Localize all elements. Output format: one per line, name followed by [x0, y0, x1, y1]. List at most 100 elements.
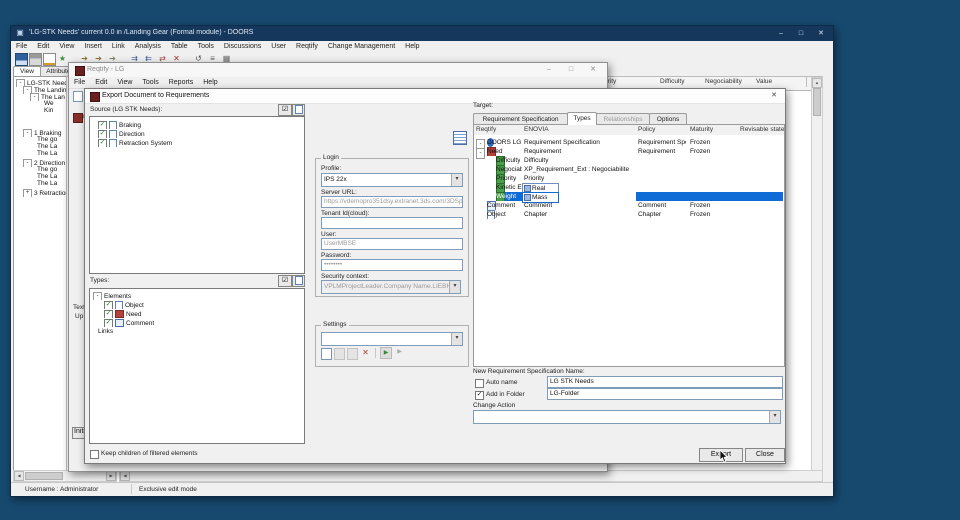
types-root[interactable]: - Elements — [93, 292, 298, 300]
mapping-row[interactable]: Object Chapter Chapter Frozen — [474, 210, 783, 219]
tenant-field[interactable] — [321, 217, 463, 229]
mapping-row[interactable]: - Need Requirement Requirement Frozen — [474, 147, 783, 159]
dialog-titlebar[interactable]: Export Document to Requirements — [85, 89, 785, 104]
checkbox-checked-icon[interactable] — [104, 310, 113, 318]
tab-types[interactable]: Types — [567, 112, 597, 125]
grid-vscrollbar[interactable] — [811, 77, 823, 496]
grid-col-difficulty[interactable]: Difficulty — [658, 77, 705, 87]
scroll-right-button[interactable] — [106, 471, 116, 481]
scroll-left-button[interactable] — [14, 471, 24, 481]
menu-edit[interactable]: Edit — [32, 41, 54, 51]
spec-name-field[interactable]: LG STK Needs — [547, 376, 783, 388]
reqtify-titlebar[interactable]: Reqtify - LG — [69, 63, 607, 78]
apply-setting-icon[interactable] — [394, 347, 405, 358]
menu-link[interactable]: Link — [107, 41, 130, 51]
dropdown-arrow-icon[interactable] — [449, 281, 460, 293]
source-item[interactable]: Braking — [98, 121, 298, 129]
menu-reports[interactable]: Reports — [164, 77, 199, 87]
close-button[interactable]: Close — [745, 448, 785, 462]
tree-expander-icon[interactable]: + — [23, 189, 32, 197]
menu-help[interactable]: Help — [198, 77, 222, 87]
folder-field[interactable]: LG-Folder — [547, 388, 783, 400]
favorites-icon[interactable] — [57, 53, 68, 64]
mapping-row[interactable]: Kinetic Ene Real — [474, 183, 783, 194]
checkbox-checked-icon[interactable] — [104, 319, 113, 327]
auto-name-checkbox[interactable] — [475, 379, 484, 388]
minimize-icon[interactable] — [541, 64, 557, 75]
tree-item[interactable]: +3 Retraction — [23, 189, 66, 197]
mapping-row[interactable]: Negociabil XP_Requirement_Ext : Negociab… — [474, 165, 783, 174]
password-field[interactable]: •••••••• — [321, 259, 463, 271]
source-view-button[interactable] — [292, 104, 305, 116]
checkbox-checked-icon[interactable] — [104, 301, 113, 309]
scroll-thumb[interactable] — [813, 88, 821, 116]
tree-item[interactable]: The La — [37, 150, 66, 158]
col-reqtify[interactable]: Reqtify — [474, 125, 524, 135]
types-links[interactable]: Links — [98, 328, 298, 336]
menu-view[interactable]: View — [54, 41, 79, 51]
close-icon[interactable] — [585, 64, 601, 75]
export-mapping-icon[interactable] — [453, 131, 467, 145]
close-icon[interactable] — [766, 90, 782, 101]
maximize-icon[interactable] — [563, 64, 579, 75]
menu-table[interactable]: Table — [166, 41, 193, 51]
keep-children-checkbox[interactable] — [90, 450, 99, 459]
profile-select[interactable]: IPS 22x — [321, 173, 463, 187]
mapping-row-selected[interactable]: Weight Mass — [474, 192, 783, 203]
col-maturity[interactable]: Maturity — [688, 125, 740, 135]
mapping-row[interactable]: Priority Priority — [474, 174, 783, 183]
save-icon[interactable] — [15, 53, 28, 66]
types-filter-button[interactable] — [278, 275, 292, 287]
doors-titlebar[interactable]: 'LG-STK Needs' current 0.0 in /Landing G… — [11, 26, 833, 41]
checkbox-checked-icon[interactable] — [98, 121, 107, 129]
copy-setting-icon[interactable] — [334, 348, 345, 360]
grid-col-priority[interactable]: ority — [602, 77, 660, 87]
scroll-thumb[interactable] — [25, 472, 63, 480]
server-url-field[interactable]: https://vdemopro351dsy.extranet.3ds.com/… — [321, 196, 463, 208]
tree-expander-icon[interactable]: - — [23, 129, 32, 137]
menu-change-management[interactable]: Change Management — [323, 41, 400, 51]
types-item[interactable]: Object — [104, 301, 298, 309]
close-icon[interactable] — [813, 28, 829, 39]
maximize-icon[interactable] — [793, 28, 809, 39]
menu-view[interactable]: View — [112, 77, 137, 87]
scroll-up-button[interactable] — [812, 78, 822, 88]
source-item[interactable]: Direction — [98, 130, 298, 138]
new-setting-icon[interactable] — [321, 348, 332, 360]
tree-expander-icon[interactable]: - — [93, 292, 102, 300]
settings-select[interactable] — [321, 332, 463, 346]
grid-col-negociability[interactable]: Negociability — [703, 77, 756, 87]
tree-expander-icon[interactable]: - — [30, 93, 39, 101]
menu-file[interactable]: File — [69, 77, 90, 87]
import-setting-icon[interactable] — [380, 347, 392, 359]
tree-item[interactable]: The La — [37, 180, 66, 188]
delete-setting-icon[interactable] — [360, 347, 371, 358]
tree-item[interactable]: Kin — [44, 107, 66, 115]
menu-file[interactable]: File — [11, 41, 32, 51]
dropdown-arrow-icon[interactable] — [451, 333, 462, 345]
mapping-row[interactable]: Difficulty Difficulty — [474, 156, 783, 165]
grid-col-value[interactable]: Value — [754, 77, 807, 87]
scroll-left-button[interactable] — [120, 471, 130, 481]
change-action-select[interactable] — [473, 410, 781, 424]
menu-discussions[interactable]: Discussions — [219, 41, 266, 51]
checkbox-checked-icon[interactable] — [98, 139, 107, 147]
mapping-row[interactable]: - DOORS LG Requirement Specification Req… — [474, 138, 783, 150]
types-item[interactable]: Need — [104, 310, 298, 318]
menu-tools[interactable]: Tools — [137, 77, 163, 87]
menu-edit[interactable]: Edit — [90, 77, 112, 87]
upstream-doc-icon[interactable] — [73, 113, 83, 123]
types-view-button[interactable] — [292, 275, 305, 287]
menu-user[interactable]: User — [266, 41, 291, 51]
menu-help[interactable]: Help — [400, 41, 424, 51]
menu-analysis[interactable]: Analysis — [130, 41, 166, 51]
source-filter-button[interactable] — [278, 104, 292, 116]
menu-reqtify[interactable]: Reqtify — [291, 41, 323, 51]
dropdown-arrow-icon[interactable] — [451, 174, 462, 186]
source-item[interactable]: Retraction System — [98, 139, 298, 147]
save-setting-icon[interactable] — [347, 348, 358, 360]
types-item[interactable]: Comment — [104, 319, 298, 327]
security-context-select[interactable]: VPLMProjectLeader.Company Name.LIEBHERR … — [321, 280, 461, 294]
add-in-folder-checkbox[interactable] — [475, 391, 484, 400]
col-policy[interactable]: Policy — [636, 125, 690, 135]
